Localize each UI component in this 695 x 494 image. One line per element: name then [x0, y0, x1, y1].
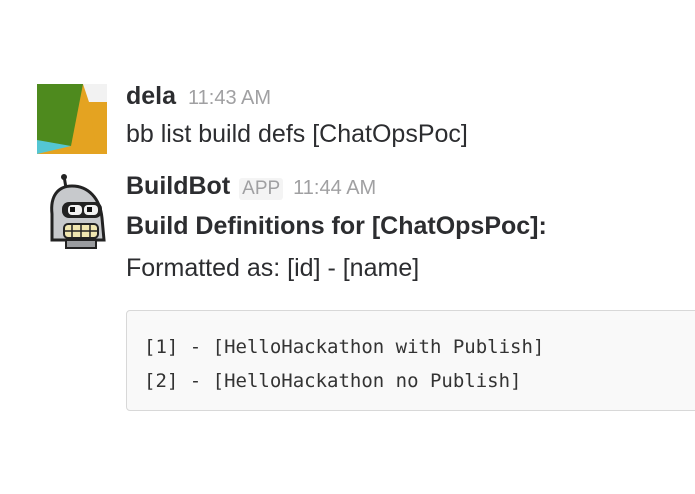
avatar[interactable] — [44, 174, 110, 250]
attachment-title: Build Definitions for [ChatOpsPoc]: — [126, 212, 547, 240]
code-line: [2] - [HelloHackathon no Publish] — [144, 370, 522, 392]
message-header: BuildBot APP 11:44 AM — [126, 172, 695, 206]
code-line: [1] - [HelloHackathon with Publish] — [144, 336, 545, 358]
message-text: bb list build defs [ChatOpsPoc] — [126, 120, 468, 148]
username[interactable]: BuildBot — [126, 172, 230, 201]
attachment-subtitle: Formatted as: [id] - [name] — [126, 254, 420, 282]
robot-bender-avatar-icon — [50, 174, 106, 249]
username[interactable]: dela — [126, 82, 176, 111]
timestamp[interactable]: 11:43 AM — [188, 87, 271, 110]
app-badge: APP — [239, 178, 284, 200]
multicolor-square-avatar-icon — [37, 84, 107, 154]
avatar[interactable] — [37, 84, 107, 154]
message-content: dela 11:43 AM bb list build defs [ChatOp… — [126, 82, 695, 152]
code-block: [1] - [HelloHackathon with Publish] [2] … — [126, 310, 695, 411]
message-header: dela 11:43 AM — [126, 82, 695, 116]
message-content: BuildBot APP 11:44 AM Build Definitions … — [126, 172, 695, 286]
timestamp[interactable]: 11:44 AM — [293, 177, 376, 200]
